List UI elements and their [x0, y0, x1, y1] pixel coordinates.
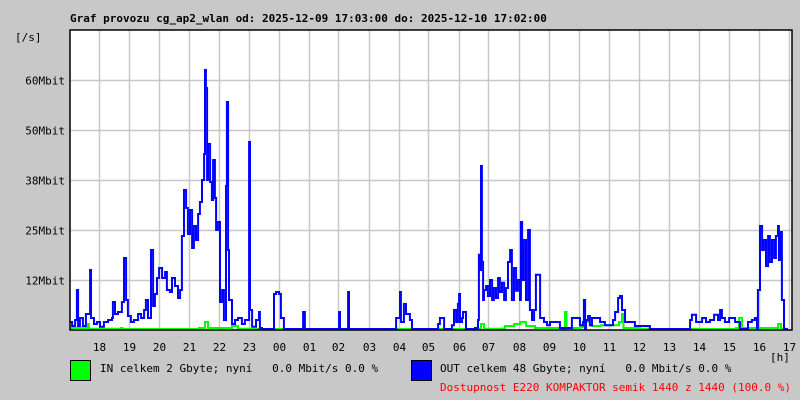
x-tick-label: 09 — [543, 341, 556, 354]
availability-text: Dostupnost E220 KOMPAKTOR semik 1440 z 1… — [440, 381, 791, 394]
x-tick-label: 07 — [482, 341, 495, 354]
x-tick-label: 16 — [753, 341, 766, 354]
x-tick-label: 14 — [693, 341, 707, 354]
x-tick-label: 23 — [243, 341, 256, 354]
x-tick-label: 08 — [513, 341, 526, 354]
traffic-chart: 12Mbit 25Mbit 38Mbit 50Mbit 60Mbit 18 19 20 21 22… — [25, 29, 796, 354]
x-tick-label: 22 — [213, 341, 226, 354]
x-tick-label: 19 — [123, 341, 136, 354]
x-tick-label: 02 — [332, 341, 345, 354]
x-tick-label: 05 — [422, 341, 435, 354]
x-tick-label: 18 — [93, 341, 106, 354]
y-tick-label: 50Mbit — [25, 125, 65, 138]
in-legend-label: IN celkem 2 Gbyte; nyní 0.0 Mbit/s 0.0 % — [100, 362, 379, 375]
out-legend-label: OUT celkem 48 Gbyte; nyní 0.0 Mbit/s 0.0… — [440, 362, 732, 375]
out-legend-swatch — [411, 360, 432, 381]
x-tick-label: 01 — [303, 341, 316, 354]
x-tick-label: 20 — [153, 341, 166, 354]
x-tick-label: 15 — [723, 341, 736, 354]
x-tick-label: 11 — [603, 341, 616, 354]
x-tick-label: 17 — [783, 341, 796, 354]
x-tick-label: 13 — [663, 341, 676, 354]
y-tick-label: 25Mbit — [25, 225, 65, 238]
x-tick-label: 12 — [633, 341, 646, 354]
x-tick-label: 00 — [273, 341, 286, 354]
in-legend-swatch — [70, 360, 91, 381]
y-tick-label: 12Mbit — [25, 275, 65, 288]
x-tick-label: 03 — [363, 341, 376, 354]
y-tick-label: 38Mbit — [25, 175, 65, 188]
x-tick-label: 21 — [183, 341, 196, 354]
x-tick-label: 04 — [393, 341, 407, 354]
x-tick-label: 10 — [573, 341, 586, 354]
y-tick-label: 60Mbit — [25, 75, 65, 88]
x-tick-label: 06 — [453, 341, 466, 354]
